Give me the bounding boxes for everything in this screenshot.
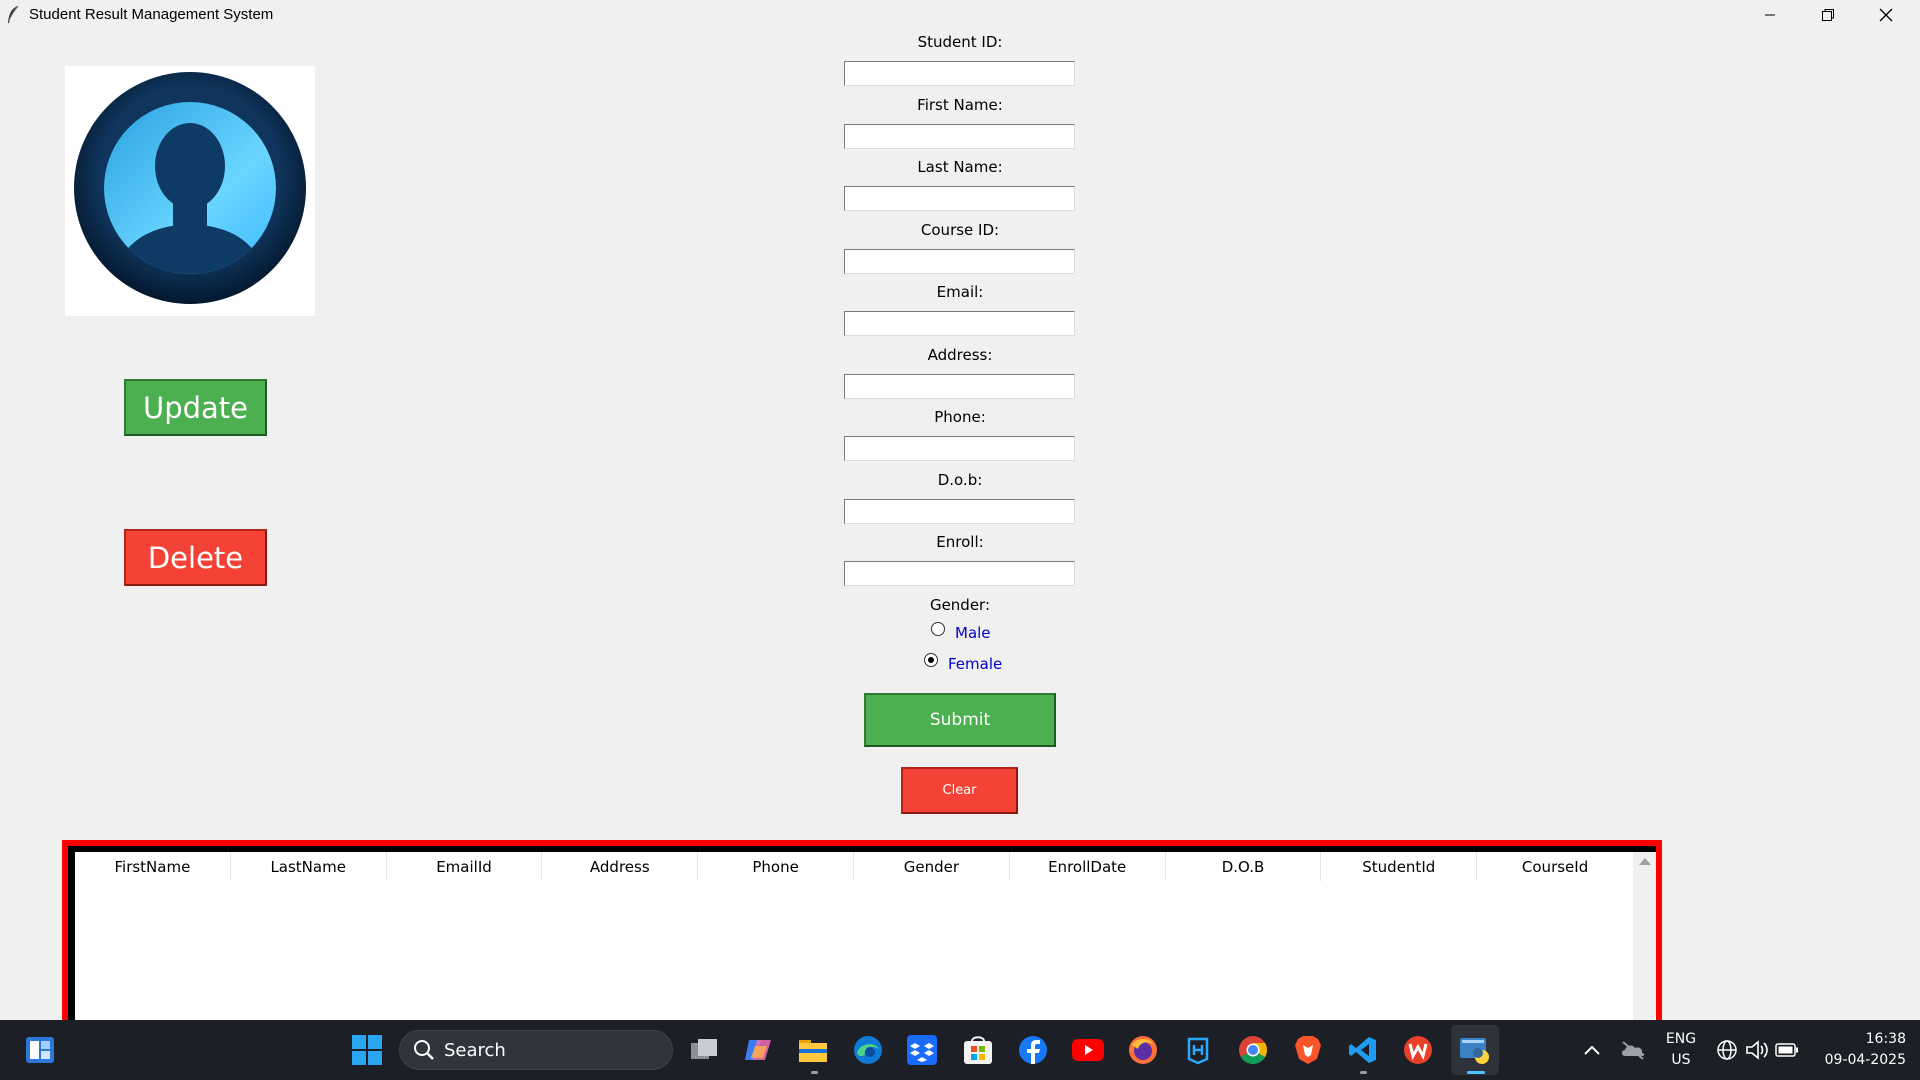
microsoft-store-icon[interactable] [962, 1034, 994, 1066]
gender-female-label: Female [948, 655, 1003, 673]
profile-image [65, 66, 315, 316]
taskbar-search[interactable] [399, 1030, 673, 1070]
table-header: FirstName LastName EmailId Address Phone… [75, 852, 1633, 881]
language-indicator[interactable]: ENG [1660, 1031, 1702, 1047]
wps-office-icon[interactable] [1402, 1034, 1434, 1066]
vscode-icon[interactable] [1347, 1034, 1379, 1066]
clock-time[interactable]: 16:38 [1808, 1031, 1918, 1047]
dob-label: D.o.b: [937, 471, 983, 489]
restore-icon [1821, 8, 1835, 22]
first-name-label: First Name: [917, 96, 1003, 114]
column-header-emailid[interactable]: EmailId [387, 852, 543, 881]
dropbox-icon[interactable] [906, 1034, 938, 1066]
app-icon[interactable] [1182, 1034, 1214, 1066]
radio-unchecked-icon [931, 622, 945, 636]
close-icon [1879, 8, 1893, 22]
records-table[interactable]: FirstName LastName EmailId Address Phone… [75, 852, 1633, 1022]
region-indicator[interactable]: US [1660, 1052, 1702, 1068]
scroll-up-arrow-icon[interactable] [1639, 858, 1651, 865]
network-globe-icon[interactable] [1711, 1034, 1743, 1066]
volume-icon[interactable] [1741, 1034, 1773, 1066]
address-label: Address: [927, 346, 993, 364]
column-header-gender[interactable]: Gender [854, 852, 1010, 881]
last-name-field[interactable] [844, 186, 1075, 211]
python-icon[interactable] [1459, 1034, 1491, 1066]
column-header-enrolldate[interactable]: EnrollDate [1010, 852, 1166, 881]
edge-icon[interactable] [852, 1034, 884, 1066]
search-placeholder: Search [444, 1040, 506, 1061]
delete-button[interactable]: Delete [124, 529, 267, 586]
submit-button[interactable]: Submit [864, 693, 1056, 747]
gender-label: Gender: [929, 596, 991, 614]
update-button[interactable]: Update [124, 379, 267, 436]
running-indicator [811, 1071, 818, 1074]
course-id-field[interactable] [844, 249, 1075, 274]
column-header-lastname[interactable]: LastName [231, 852, 387, 881]
table-scrollbar[interactable] [1633, 852, 1656, 1022]
column-header-dob[interactable]: D.O.B [1166, 852, 1322, 881]
column-header-studentid[interactable]: StudentId [1321, 852, 1478, 881]
search-icon [408, 1034, 440, 1066]
column-header-address[interactable]: Address [542, 852, 699, 881]
dob-field[interactable] [844, 499, 1075, 524]
running-indicator [1360, 1071, 1367, 1074]
minimize-button[interactable] [1741, 0, 1799, 30]
clock-date[interactable]: 09-04-2025 [1808, 1052, 1918, 1068]
gender-male-label: Male [955, 624, 991, 642]
active-indicator [1467, 1071, 1485, 1074]
gender-female-radio[interactable]: Female [924, 653, 1003, 673]
enroll-field[interactable] [844, 561, 1075, 586]
address-field[interactable] [844, 374, 1075, 399]
copilot-icon[interactable] [742, 1034, 774, 1066]
window-title: Student Result Management System [29, 6, 274, 23]
close-button[interactable] [1857, 0, 1915, 30]
column-header-courseid[interactable]: CourseId [1477, 852, 1633, 881]
gender-male-radio[interactable]: Male [931, 622, 991, 642]
enroll-label: Enroll: [936, 533, 984, 551]
widgets-icon[interactable] [24, 1034, 56, 1066]
chevron-up-icon[interactable] [1576, 1034, 1608, 1066]
phone-label: Phone: [934, 408, 986, 426]
student-id-field[interactable] [844, 61, 1075, 86]
student-id-label: Student ID: [917, 33, 1003, 51]
restore-button[interactable] [1799, 0, 1857, 30]
title-bar: Student Result Management System [0, 0, 1920, 30]
column-header-phone[interactable]: Phone [698, 852, 854, 881]
last-name-label: Last Name: [917, 158, 1003, 176]
minimize-icon [1764, 9, 1776, 21]
task-view-icon[interactable] [688, 1034, 720, 1066]
column-header-firstname[interactable]: FirstName [75, 852, 231, 881]
facebook-icon[interactable] [1017, 1034, 1049, 1066]
feather-icon [6, 5, 20, 25]
file-explorer-icon[interactable] [797, 1034, 829, 1066]
email-field[interactable] [844, 311, 1075, 336]
battery-icon[interactable] [1771, 1034, 1803, 1066]
youtube-icon[interactable] [1072, 1034, 1104, 1066]
chrome-icon[interactable] [1237, 1034, 1269, 1066]
email-label: Email: [936, 283, 984, 301]
course-id-label: Course ID: [920, 221, 1000, 239]
records-table-border: FirstName LastName EmailId Address Phone… [68, 846, 1656, 1026]
brave-icon[interactable] [1292, 1034, 1324, 1066]
clear-button[interactable]: Clear [901, 767, 1018, 814]
start-icon[interactable] [351, 1034, 383, 1066]
first-name-field[interactable] [844, 124, 1075, 149]
radio-checked-icon [924, 653, 938, 667]
onedrive-offline-icon[interactable] [1617, 1034, 1649, 1066]
firefox-icon[interactable] [1127, 1034, 1159, 1066]
phone-field[interactable] [844, 436, 1075, 461]
records-table-frame: FirstName LastName EmailId Address Phone… [62, 840, 1662, 1026]
